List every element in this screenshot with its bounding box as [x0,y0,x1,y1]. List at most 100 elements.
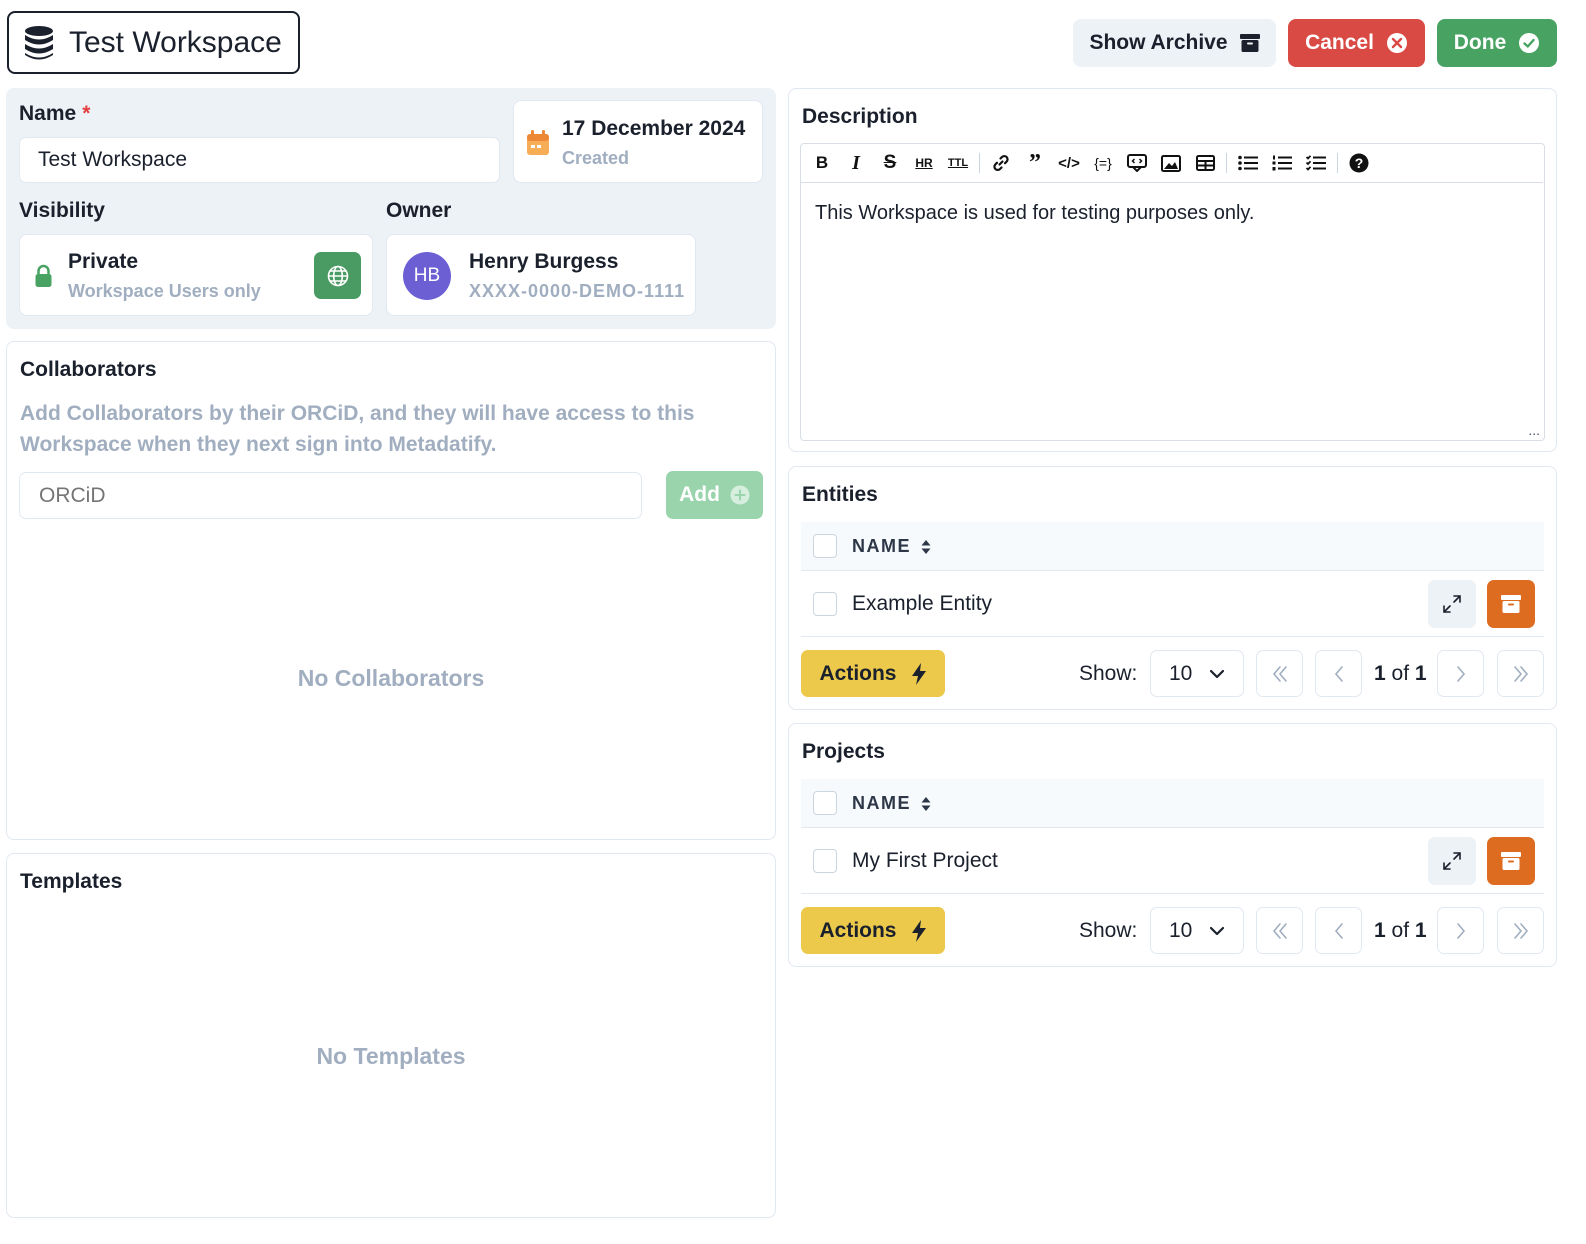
name-column-header[interactable]: NAME [852,793,931,814]
name-column-header[interactable]: NAME [852,536,931,557]
projects-table-header: NAME [801,779,1544,828]
page-size-select[interactable]: 10 [1150,650,1244,697]
show-label: Show: [1079,662,1138,685]
actions-button[interactable]: Actions [801,907,945,954]
show-label: Show: [1079,919,1138,942]
right-icon [1452,922,1470,940]
description-title: Description [802,105,918,128]
resize-handle[interactable]: ... [1528,422,1540,438]
expand-icon [1441,850,1463,872]
visibility-toggle-button[interactable] [314,252,361,299]
double-left-icon [1271,665,1289,683]
bold-icon[interactable]: B [805,144,839,182]
table-icon[interactable] [1188,144,1222,182]
row-checkbox[interactable] [813,849,837,873]
page-size-value: 10 [1169,918,1193,942]
double-right-icon [1512,665,1530,683]
entities-table-header: NAME [801,522,1544,571]
check-circle-icon [1518,32,1540,54]
archive-row-button[interactable] [1487,580,1535,628]
description-panel: Description B I S HR TTL ” </> {=} ? Thi… [788,88,1557,452]
sort-icon [921,539,931,555]
next-page-button[interactable] [1437,650,1484,697]
editor-divider [801,182,1543,183]
select-all-checkbox[interactable] [813,791,837,815]
orcid-input[interactable] [19,472,642,519]
last-page-button[interactable] [1497,907,1544,954]
last-page-button[interactable] [1497,650,1544,697]
done-label: Done [1453,31,1507,54]
done-button[interactable]: Done [1437,19,1557,67]
projects-title: Projects [802,740,885,763]
cancel-button[interactable]: Cancel [1288,19,1425,67]
actions-button[interactable]: Actions [801,650,945,697]
visibility-card: Private Workspace Users only [19,234,373,316]
expand-button[interactable] [1428,580,1476,628]
projects-panel: Projects NAME My First Project Actions S… [788,723,1557,967]
entities-title: Entities [802,483,878,506]
table-row[interactable]: Example Entity [801,571,1544,637]
prev-page-button[interactable] [1315,907,1362,954]
code-icon[interactable]: </> [1052,144,1086,182]
avatar: HB [403,252,451,300]
calendar-icon [526,130,550,156]
archive-row-button[interactable] [1487,837,1535,885]
templates-title: Templates [20,870,123,893]
first-page-button[interactable] [1256,907,1303,954]
select-all-checkbox[interactable] [813,534,837,558]
toolbar-divider [1226,153,1227,173]
archive-icon [1239,34,1260,52]
first-page-button[interactable] [1256,650,1303,697]
next-page-button[interactable] [1437,907,1484,954]
created-label: Created [562,148,630,168]
title-icon[interactable]: TTL [941,144,975,182]
globe-icon [327,265,349,287]
checklist-icon[interactable] [1299,144,1333,182]
prev-page-button[interactable] [1315,650,1362,697]
owner-orcid: XXXX-0000-DEMO-1111 [469,281,686,301]
codeblock-icon[interactable]: {=} [1086,144,1120,182]
chevron-down-icon [1209,669,1225,679]
svg-text:?: ? [1355,155,1364,171]
left-icon [1330,665,1348,683]
collaborators-help: Add Collaborators by their ORCiD, and th… [20,402,695,456]
project-name[interactable]: My First Project [852,849,998,873]
actions-label: Actions [819,661,897,685]
description-text[interactable]: This Workspace is used for testing purpo… [815,202,1254,225]
hr-icon[interactable]: HR [907,144,941,182]
entity-name[interactable]: Example Entity [852,592,992,616]
collaborators-title: Collaborators [20,358,157,381]
bulleted-list-icon[interactable] [1231,144,1265,182]
name-input[interactable]: Test Workspace [19,137,500,183]
created-date: 17 December 2024 [562,117,746,140]
help-icon[interactable]: ? [1342,144,1376,182]
italic-icon[interactable]: I [839,144,873,182]
show-archive-label: Show Archive [1089,31,1228,54]
owner-label: Owner [386,199,452,222]
link-icon[interactable] [984,144,1018,182]
add-collaborator-button[interactable]: Add [666,471,763,519]
expand-button[interactable] [1428,837,1476,885]
actions-label: Actions [819,918,897,942]
markdown-editor[interactable]: B I S HR TTL ” </> {=} ? This Workspace … [800,143,1545,441]
add-label: Add [679,483,720,506]
table-row[interactable]: My First Project [801,828,1544,894]
row-checkbox[interactable] [813,592,837,616]
page-size-select[interactable]: 10 [1150,907,1244,954]
strikethrough-icon[interactable]: S [873,144,907,182]
name-label: Name * [19,102,91,125]
sort-icon [921,796,931,812]
entities-panel: Entities NAME Example Entity Actions Sho… [788,466,1557,710]
cancel-label: Cancel [1305,31,1374,54]
numbered-list-icon[interactable] [1265,144,1299,182]
quote-icon[interactable]: ” [1018,144,1052,182]
bolt-icon [911,662,927,685]
toolbar-divider [1337,153,1338,173]
double-right-icon [1512,922,1530,940]
show-archive-button[interactable]: Show Archive [1073,19,1276,67]
toolbar-divider [979,153,980,173]
archive-icon [1501,852,1521,870]
page-indicator: 1 of 1 [1374,919,1427,942]
image-icon[interactable] [1154,144,1188,182]
comment-icon[interactable] [1120,144,1154,182]
